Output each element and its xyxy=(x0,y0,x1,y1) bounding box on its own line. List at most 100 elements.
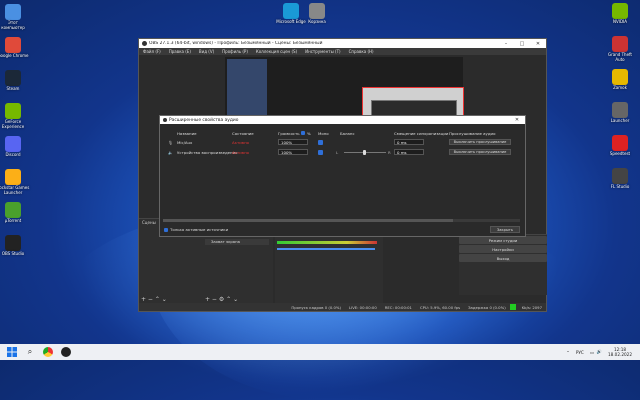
desktop-shortcut-label: OBS Studio xyxy=(1,251,25,256)
status-cpu: CPU: 5.9%, 60.00 fps xyxy=(419,304,461,310)
obs-taskbar-icon[interactable] xyxy=(60,346,72,358)
chevron-up-icon[interactable]: ⌃ xyxy=(566,350,570,355)
mono-checkbox[interactable] xyxy=(318,140,323,145)
volume-icon[interactable]: 🔊 xyxy=(597,349,602,355)
discord-icon xyxy=(5,136,21,152)
dialog-close-icon[interactable]: ✕ xyxy=(509,117,525,123)
desktop-shortcut-label: Steam xyxy=(6,86,20,91)
header-state: Состояние xyxy=(232,131,254,136)
desktop-shortcut[interactable]: Discord xyxy=(0,136,30,158)
recycle-bin-icon xyxy=(5,4,21,20)
recycle-icon xyxy=(309,3,325,19)
menu-tools[interactable]: Инструменты (T) xyxy=(301,49,344,54)
menu-edit[interactable]: Правка (E) xyxy=(165,49,195,54)
desktop-shortcut-label: NVIDIA xyxy=(613,19,627,24)
desktop-shortcut-label: Launcher xyxy=(610,118,630,123)
menu-profile[interactable]: Профиль (P) xyxy=(218,49,252,54)
obs-titlebar[interactable]: OBS 27.1.3 (64-bit, windows) - Профиль: … xyxy=(139,39,546,48)
game-icon xyxy=(612,36,628,52)
desktop-shortcut[interactable]: Launcher xyxy=(603,102,637,124)
desktop-shortcut[interactable]: µTorrent xyxy=(0,202,30,224)
status-rec: REC: 00:00:01 xyxy=(384,304,412,310)
advanced-audio-dialog[interactable]: Расширенные свойства аудио ✕ Название Со… xyxy=(159,115,526,237)
status-delay: Задержка 0 (0.0%) xyxy=(468,304,506,310)
volume-input[interactable]: 100% xyxy=(278,139,308,145)
audio-icon xyxy=(612,168,628,184)
balance-right-label: R xyxy=(388,150,391,155)
dialog-titlebar[interactable]: Расширенные свойства аудио ✕ xyxy=(160,116,525,124)
desktop-shortcut-label: Google Chrome xyxy=(0,53,29,58)
search-icon[interactable]: ⌕ xyxy=(24,346,36,358)
header-volume: Громкость xyxy=(278,131,300,136)
desktop-shortcut-label: Rockstar Games Launcher xyxy=(0,185,30,195)
balance-handle[interactable] xyxy=(363,150,366,155)
desktop-shortcut-label: GeForce Experience xyxy=(1,119,25,129)
dialog-close-button[interactable]: Закрыть xyxy=(490,226,520,233)
menu-help[interactable]: Справка (H) xyxy=(345,49,378,54)
percent-toggle-checkbox[interactable] xyxy=(301,131,305,135)
status-bitrate-indicator-icon xyxy=(509,304,516,310)
desktop-shortcut[interactable]: NVIDIA xyxy=(603,3,637,25)
source-item-screen-capture[interactable]: Захват экрана xyxy=(205,239,269,245)
close-window-button[interactable]: ✕ xyxy=(530,41,546,47)
menu-file[interactable]: Файл (F) xyxy=(139,49,165,54)
speaker-icon: 🔈 xyxy=(168,150,173,155)
header-mono: Моно xyxy=(318,131,329,136)
desktop-shortcut[interactable]: FL Studio xyxy=(603,168,637,190)
clock[interactable]: 12:18 18.02.2022 xyxy=(608,347,632,357)
steam-icon xyxy=(5,70,21,86)
studio-mode-button[interactable]: Режим студии xyxy=(459,236,547,244)
desktop-shortcut-label: Discord xyxy=(5,152,21,157)
desktop-shortcut-label: Speedtest xyxy=(609,151,631,156)
row-state: Активно xyxy=(232,150,250,155)
start-windows-icon[interactable] xyxy=(6,346,18,358)
taskbar: ⌕ ⌃ РУС ▭ 🔊 12:18 18.02.2022 xyxy=(0,344,640,360)
mixer-fader[interactable] xyxy=(277,248,375,250)
sync-offset-input[interactable]: 0 ms xyxy=(394,149,424,155)
header-balance: Баланс xyxy=(340,131,355,136)
monitoring-select[interactable]: Выключить прослушивание xyxy=(449,139,511,145)
status-dropped-frames: Пропуск кадров 0 (0.0%) xyxy=(291,304,341,310)
mono-checkbox[interactable] xyxy=(318,150,323,155)
desktop-shortcut[interactable]: Корзина xyxy=(300,3,334,25)
scene-controls[interactable]: + − ⌃ ⌄ xyxy=(141,296,167,303)
only-active-checkbox[interactable] xyxy=(164,228,168,232)
chrome-taskbar-icon[interactable] xyxy=(42,346,54,358)
audio-row-desktop: 🔈 Устройство воспроизведения Активно 100… xyxy=(166,148,516,157)
header-name: Название xyxy=(177,131,197,136)
utorrent-icon xyxy=(5,202,21,218)
settings-button[interactable]: Настройки xyxy=(459,245,547,253)
desktop-shortcut[interactable]: Этот компьютер xyxy=(0,4,30,30)
desktop-shortcut[interactable]: Rockstar Games Launcher xyxy=(0,169,30,195)
menu-view[interactable]: Вид (V) xyxy=(195,49,218,54)
header-monitoring: Прослушивание аудио xyxy=(449,131,496,136)
desktop-shortcut[interactable]: OBS Studio xyxy=(0,235,30,257)
menu-scene-collection[interactable]: Коллекция сцен (S) xyxy=(252,49,301,54)
exit-button[interactable]: Выход xyxy=(459,254,547,262)
obs-logo-icon xyxy=(142,41,147,46)
desktop-shortcut[interactable]: Grand Theft Auto xyxy=(603,36,637,62)
network-icon[interactable]: ▭ xyxy=(590,350,594,355)
desktop-shortcut-label: Grand Theft Auto xyxy=(608,52,632,62)
obs-window-title: OBS 27.1.3 (64-bit, windows) - Профиль: … xyxy=(149,41,323,46)
language-indicator[interactable]: РУС xyxy=(576,350,584,355)
desktop-shortcut[interactable]: Steam xyxy=(0,70,30,92)
horizontal-scrollbar[interactable] xyxy=(163,219,520,222)
row-name: Устройство воспроизведения xyxy=(177,150,238,155)
obs-statusbar: Пропуск кадров 0 (0.0%) LIVE: 00:00:00 R… xyxy=(139,303,546,311)
sync-offset-input[interactable]: 0 ms xyxy=(394,139,424,145)
desktop-shortcut[interactable]: Google Chrome xyxy=(0,37,30,59)
desktop-shortcut[interactable]: GeForce Experience xyxy=(0,103,30,129)
dialog-obs-icon xyxy=(163,118,167,122)
maximize-button[interactable]: □ xyxy=(514,41,530,47)
desktop-shortcut-label: Корзина xyxy=(308,19,326,24)
balance-left-label: L xyxy=(336,150,339,155)
monitoring-select[interactable]: Выключить прослушивание xyxy=(449,149,511,155)
desktop-shortcut-label: Этот компьютер xyxy=(1,20,25,30)
desktop-shortcut[interactable]: Zamok xyxy=(603,69,637,91)
desktop-shortcut-label: FL Studio xyxy=(610,184,630,189)
volume-input[interactable]: 100% xyxy=(278,149,308,155)
minimize-button[interactable]: – xyxy=(498,41,514,47)
desktop-shortcut[interactable]: Speedtest xyxy=(603,135,637,157)
source-controls[interactable]: + − ⚙ ⌃ ⌄ xyxy=(205,296,238,303)
